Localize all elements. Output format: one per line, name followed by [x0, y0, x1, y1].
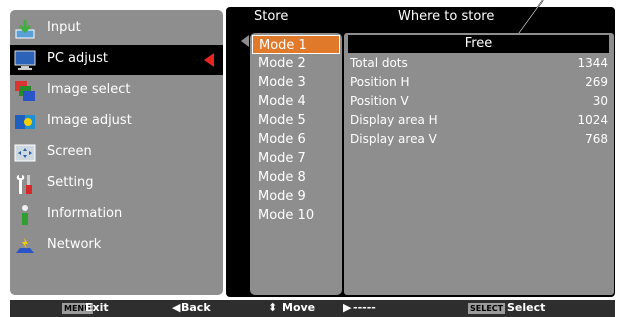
- menu-label: Setting: [47, 175, 94, 190]
- mode-item[interactable]: Mode 4: [252, 92, 340, 111]
- projector-osd: Input PC adjust Image select Image adjus…: [0, 0, 618, 317]
- mode-item[interactable]: Mode 9: [252, 187, 340, 206]
- info-row-position-h: Position H 269: [350, 73, 608, 91]
- menu-label: Image adjust: [47, 113, 132, 128]
- info-row-display-area-h: Display area H 1024: [350, 111, 608, 129]
- move-hint: Move: [282, 301, 316, 314]
- setting-tools-icon: [14, 173, 36, 195]
- back-hint: Back: [181, 301, 211, 314]
- main-menu: Input PC adjust Image select Image adjus…: [10, 10, 223, 295]
- image-select-icon: [14, 80, 36, 102]
- info-row-total-dots: Total dots 1344: [350, 54, 608, 72]
- mode-item[interactable]: Mode 7: [252, 149, 340, 168]
- menu-item-image-adjust[interactable]: Image adjust: [10, 107, 223, 137]
- menu-label: Input: [47, 20, 81, 35]
- select-key-icon: SELECT: [468, 303, 506, 314]
- exit-hint: Exit: [85, 301, 109, 314]
- menu-label: Screen: [47, 144, 92, 159]
- image-adjust-icon: [14, 111, 36, 133]
- menu-label: PC adjust: [47, 51, 108, 66]
- input-icon: [14, 18, 36, 40]
- up-down-arrow-icon: ⬍: [268, 301, 278, 314]
- info-label: Position H: [350, 75, 410, 89]
- mode-item[interactable]: Mode 1: [252, 35, 340, 54]
- next-hint: -----: [353, 301, 376, 314]
- info-label: Total dots: [350, 56, 408, 70]
- menu-item-setting[interactable]: Setting: [10, 169, 223, 199]
- menu-label: Image select: [47, 82, 131, 97]
- status-bar: MENU Exit ◀ Back ⬍ Move ▶ ----- SELECT S…: [10, 300, 615, 317]
- menu-item-screen[interactable]: Screen: [10, 138, 223, 168]
- info-row-display-area-v: Display area V 768: [350, 130, 608, 148]
- mode-list: Mode 1 Mode 2 Mode 3 Mode 4 Mode 5 Mode …: [250, 33, 342, 295]
- menu-item-network[interactable]: Network: [10, 231, 223, 261]
- info-value: 269: [585, 75, 608, 89]
- mode-item[interactable]: Mode 2: [252, 54, 340, 73]
- info-label: Display area V: [350, 132, 437, 146]
- menu-item-information[interactable]: Information: [10, 200, 223, 230]
- mode-item[interactable]: Mode 8: [252, 168, 340, 187]
- where-to-store-header: Where to store: [398, 9, 495, 24]
- mode-selector-notch-icon: [241, 35, 249, 47]
- store-header: Store: [254, 9, 289, 24]
- mode-item[interactable]: Mode 5: [252, 111, 340, 130]
- mode-item[interactable]: Mode 3: [252, 73, 340, 92]
- menu-item-image-select[interactable]: Image select: [10, 76, 223, 106]
- menu-label: Information: [47, 206, 123, 221]
- select-hint: Select: [507, 301, 546, 314]
- right-arrow-icon: ▶: [343, 301, 352, 314]
- pc-monitor-icon: [14, 49, 36, 71]
- store-status: Free: [348, 35, 609, 53]
- selection-arrow-icon: [204, 53, 214, 67]
- mode-item[interactable]: Mode 10: [252, 206, 340, 225]
- menu-item-input[interactable]: Input: [10, 14, 223, 44]
- information-icon: [14, 204, 36, 226]
- network-icon: [14, 235, 36, 257]
- info-value: 1344: [577, 56, 608, 70]
- screen-icon: [14, 142, 36, 164]
- info-value: 30: [592, 94, 608, 108]
- menu-item-pc-adjust[interactable]: PC adjust: [10, 45, 223, 75]
- left-arrow-icon: ◀: [172, 301, 181, 314]
- menu-label: Network: [47, 237, 102, 252]
- mode-item[interactable]: Mode 6: [252, 130, 340, 149]
- info-label: Position V: [350, 94, 409, 108]
- info-label: Display area H: [350, 113, 438, 127]
- info-value: 768: [585, 132, 608, 146]
- info-value: 1024: [577, 113, 608, 127]
- info-row-position-v: Position V 30: [350, 92, 608, 110]
